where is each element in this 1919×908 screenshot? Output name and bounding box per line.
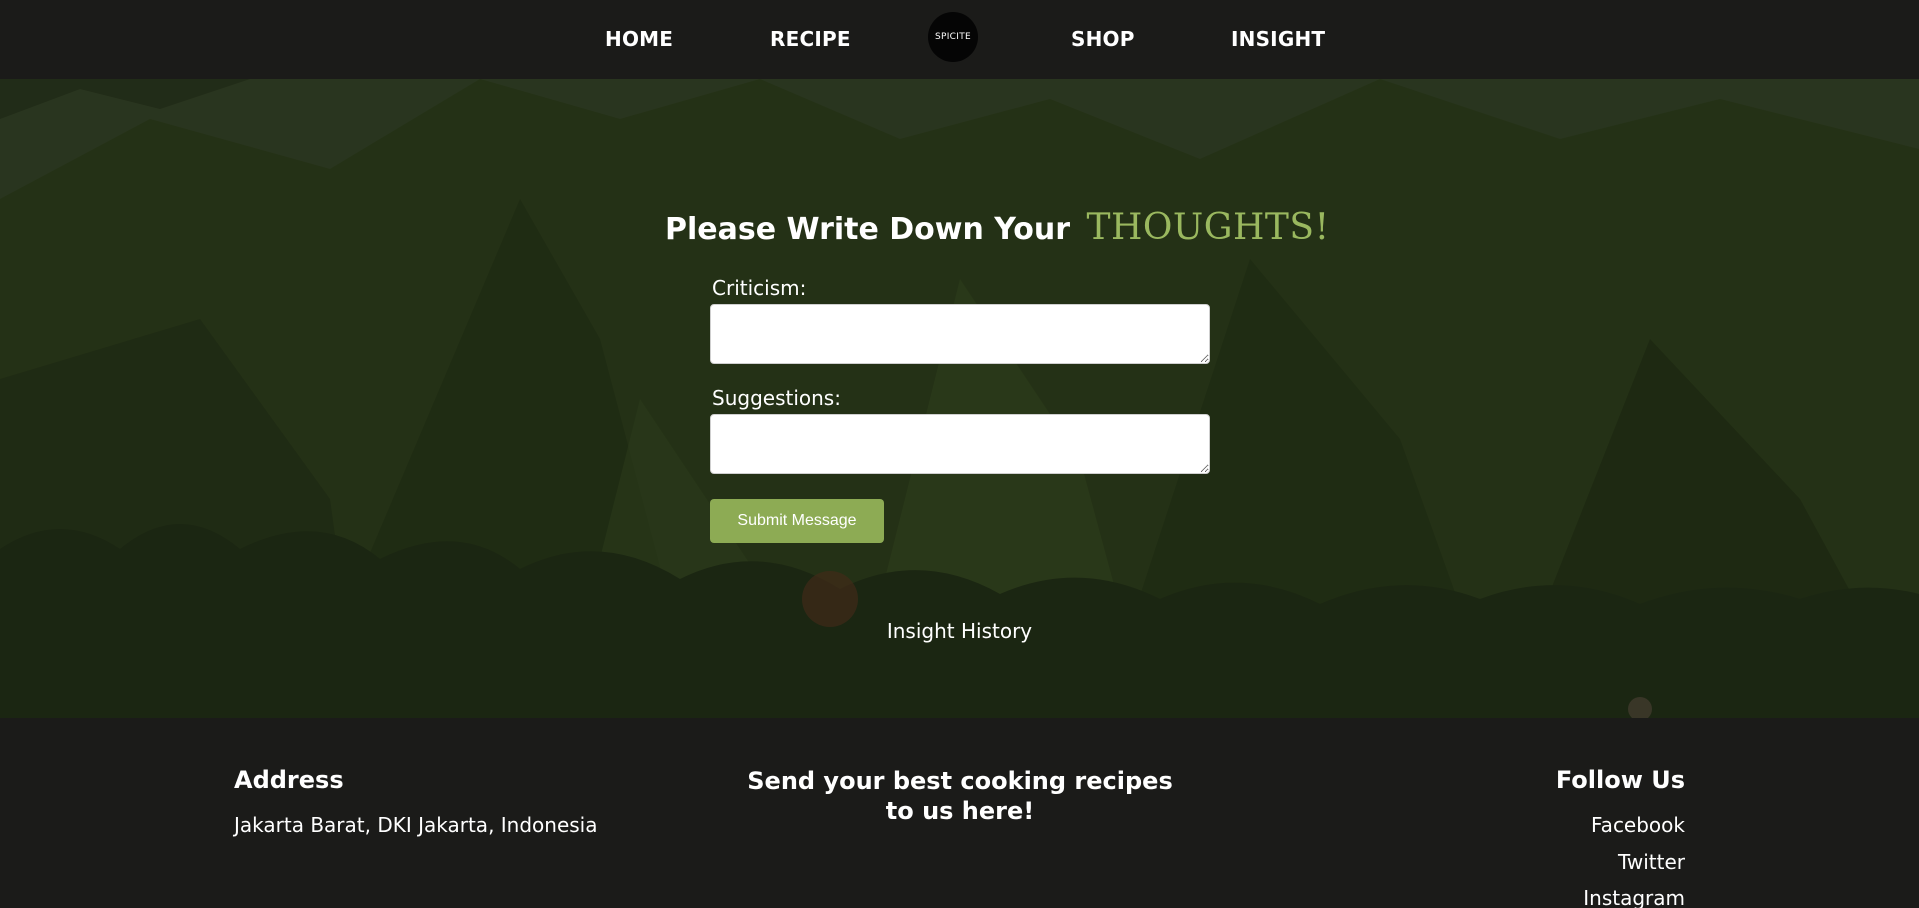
logo-text: SPICITE xyxy=(935,32,971,42)
submit-message-button[interactable]: Submit Message xyxy=(710,499,884,543)
address-text: Jakarta Barat, DKI Jakarta, Indonesia xyxy=(234,813,598,837)
send-recipes-text[interactable]: Send your best cooking recipes to us her… xyxy=(730,766,1190,826)
twitter-link[interactable]: Twitter xyxy=(1618,850,1685,874)
suggestions-textarea[interactable] xyxy=(710,414,1210,474)
spicite-logo[interactable]: SPICITE xyxy=(928,12,978,62)
nav-recipe-link[interactable]: RECIPE xyxy=(770,27,851,51)
follow-us-title: Follow Us xyxy=(1556,766,1685,794)
nav-shop-link[interactable]: SHOP xyxy=(1071,27,1135,51)
address-title: Address xyxy=(234,766,344,794)
criticism-textarea[interactable] xyxy=(710,304,1210,364)
nav-insight-link[interactable]: INSIGHT xyxy=(1231,27,1325,51)
suggestions-label: Suggestions: xyxy=(712,386,841,410)
hero-section: Please Write Down Your THOUGHTS! Critici… xyxy=(0,79,1919,718)
site-footer: Address Jakarta Barat, DKI Jakarta, Indo… xyxy=(0,718,1919,908)
facebook-link[interactable]: Facebook xyxy=(1591,813,1685,837)
instagram-link[interactable]: Instagram xyxy=(1583,886,1685,908)
heading-accent: THOUGHTS! xyxy=(1087,207,1330,248)
form-heading: Please Write Down Your THOUGHTS! xyxy=(665,207,1330,248)
insight-history-link[interactable]: Insight History xyxy=(0,619,1919,643)
heading-text: Please Write Down Your xyxy=(665,212,1070,247)
criticism-label: Criticism: xyxy=(712,276,806,300)
nav-home-link[interactable]: HOME xyxy=(605,27,673,51)
top-navbar: HOME RECIPE SPICITE SHOP INSIGHT xyxy=(0,0,1919,79)
